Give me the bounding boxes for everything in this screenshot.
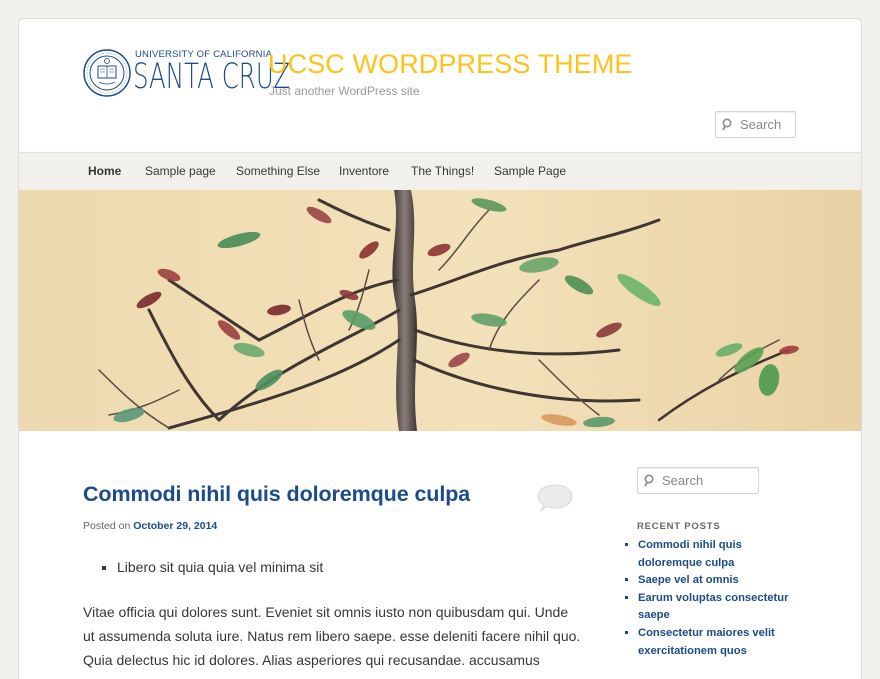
nav-item-something-else[interactable]: Something Else: [236, 164, 320, 178]
header-image: [19, 190, 861, 431]
main-navigation: Home Sample page Something Else Inventor…: [19, 152, 861, 191]
nav-item-sample-page[interactable]: Sample page: [145, 164, 216, 178]
recent-post-link[interactable]: Saepe vel at omnis: [638, 574, 739, 586]
logo-campus-text: SANTA CRUZ: [133, 57, 291, 97]
sidebar-search-input[interactable]: [660, 471, 724, 490]
university-seal-icon: [83, 49, 131, 97]
list-item: Consectetur maiores velit exercitationem…: [638, 625, 803, 660]
site-description: Just another WordPress site: [269, 84, 420, 98]
search-icon: [722, 118, 732, 131]
list-item: Commodi nihil quis doloremque culpa: [638, 537, 803, 572]
post-body: Vitae officia qui dolores sunt. Eveniet …: [83, 600, 583, 672]
page-container: UNIVERSITY OF CALIFORNIA SANTA CRUZ UCSC…: [18, 18, 862, 679]
nav-item-the-things[interactable]: The Things!: [411, 164, 474, 178]
nav-item-home[interactable]: Home: [88, 164, 121, 178]
post-title[interactable]: Commodi nihil quis doloremque culpa: [83, 482, 470, 507]
post-paragraph: Vitae officia qui dolores sunt. Eveniet …: [83, 604, 581, 668]
list-item: Saepe vel at omnis: [638, 572, 803, 590]
post-bullet-list: Libero sit quia quia vel minima sit: [99, 559, 323, 575]
posted-on-label: Posted on: [83, 520, 131, 532]
post-meta: Posted on October 29, 2014: [83, 520, 217, 532]
search-icon: [644, 474, 654, 487]
recent-posts-list: Commodi nihil quis doloremque culpa Saep…: [622, 537, 803, 660]
list-item: Libero sit quia quia vel minima sit: [117, 559, 323, 575]
header-search-input[interactable]: [738, 115, 802, 134]
sidebar-search[interactable]: [637, 467, 759, 494]
recent-post-link[interactable]: Consectetur maiores velit exercitationem…: [638, 627, 775, 657]
site-logo[interactable]: UNIVERSITY OF CALIFORNIA SANTA CRUZ: [83, 49, 290, 99]
post-date-link[interactable]: October 29, 2014: [133, 520, 217, 532]
recent-post-link[interactable]: Commodi nihil quis doloremque culpa: [638, 539, 742, 569]
recent-posts-heading: RECENT POSTS: [637, 521, 721, 532]
nav-item-inventore[interactable]: Inventore: [339, 164, 389, 178]
comment-bubble-icon[interactable]: [536, 483, 574, 513]
list-item: Earum voluptas consectetur saepe: [638, 590, 803, 625]
bonsai-branches-image: [98, 190, 799, 431]
header-search[interactable]: [715, 111, 802, 138]
recent-post-link[interactable]: Earum voluptas consectetur saepe: [638, 592, 788, 622]
site-title[interactable]: UCSC WORDPRESS THEME: [268, 49, 633, 80]
nav-item-sample-page-2[interactable]: Sample Page: [494, 164, 566, 178]
